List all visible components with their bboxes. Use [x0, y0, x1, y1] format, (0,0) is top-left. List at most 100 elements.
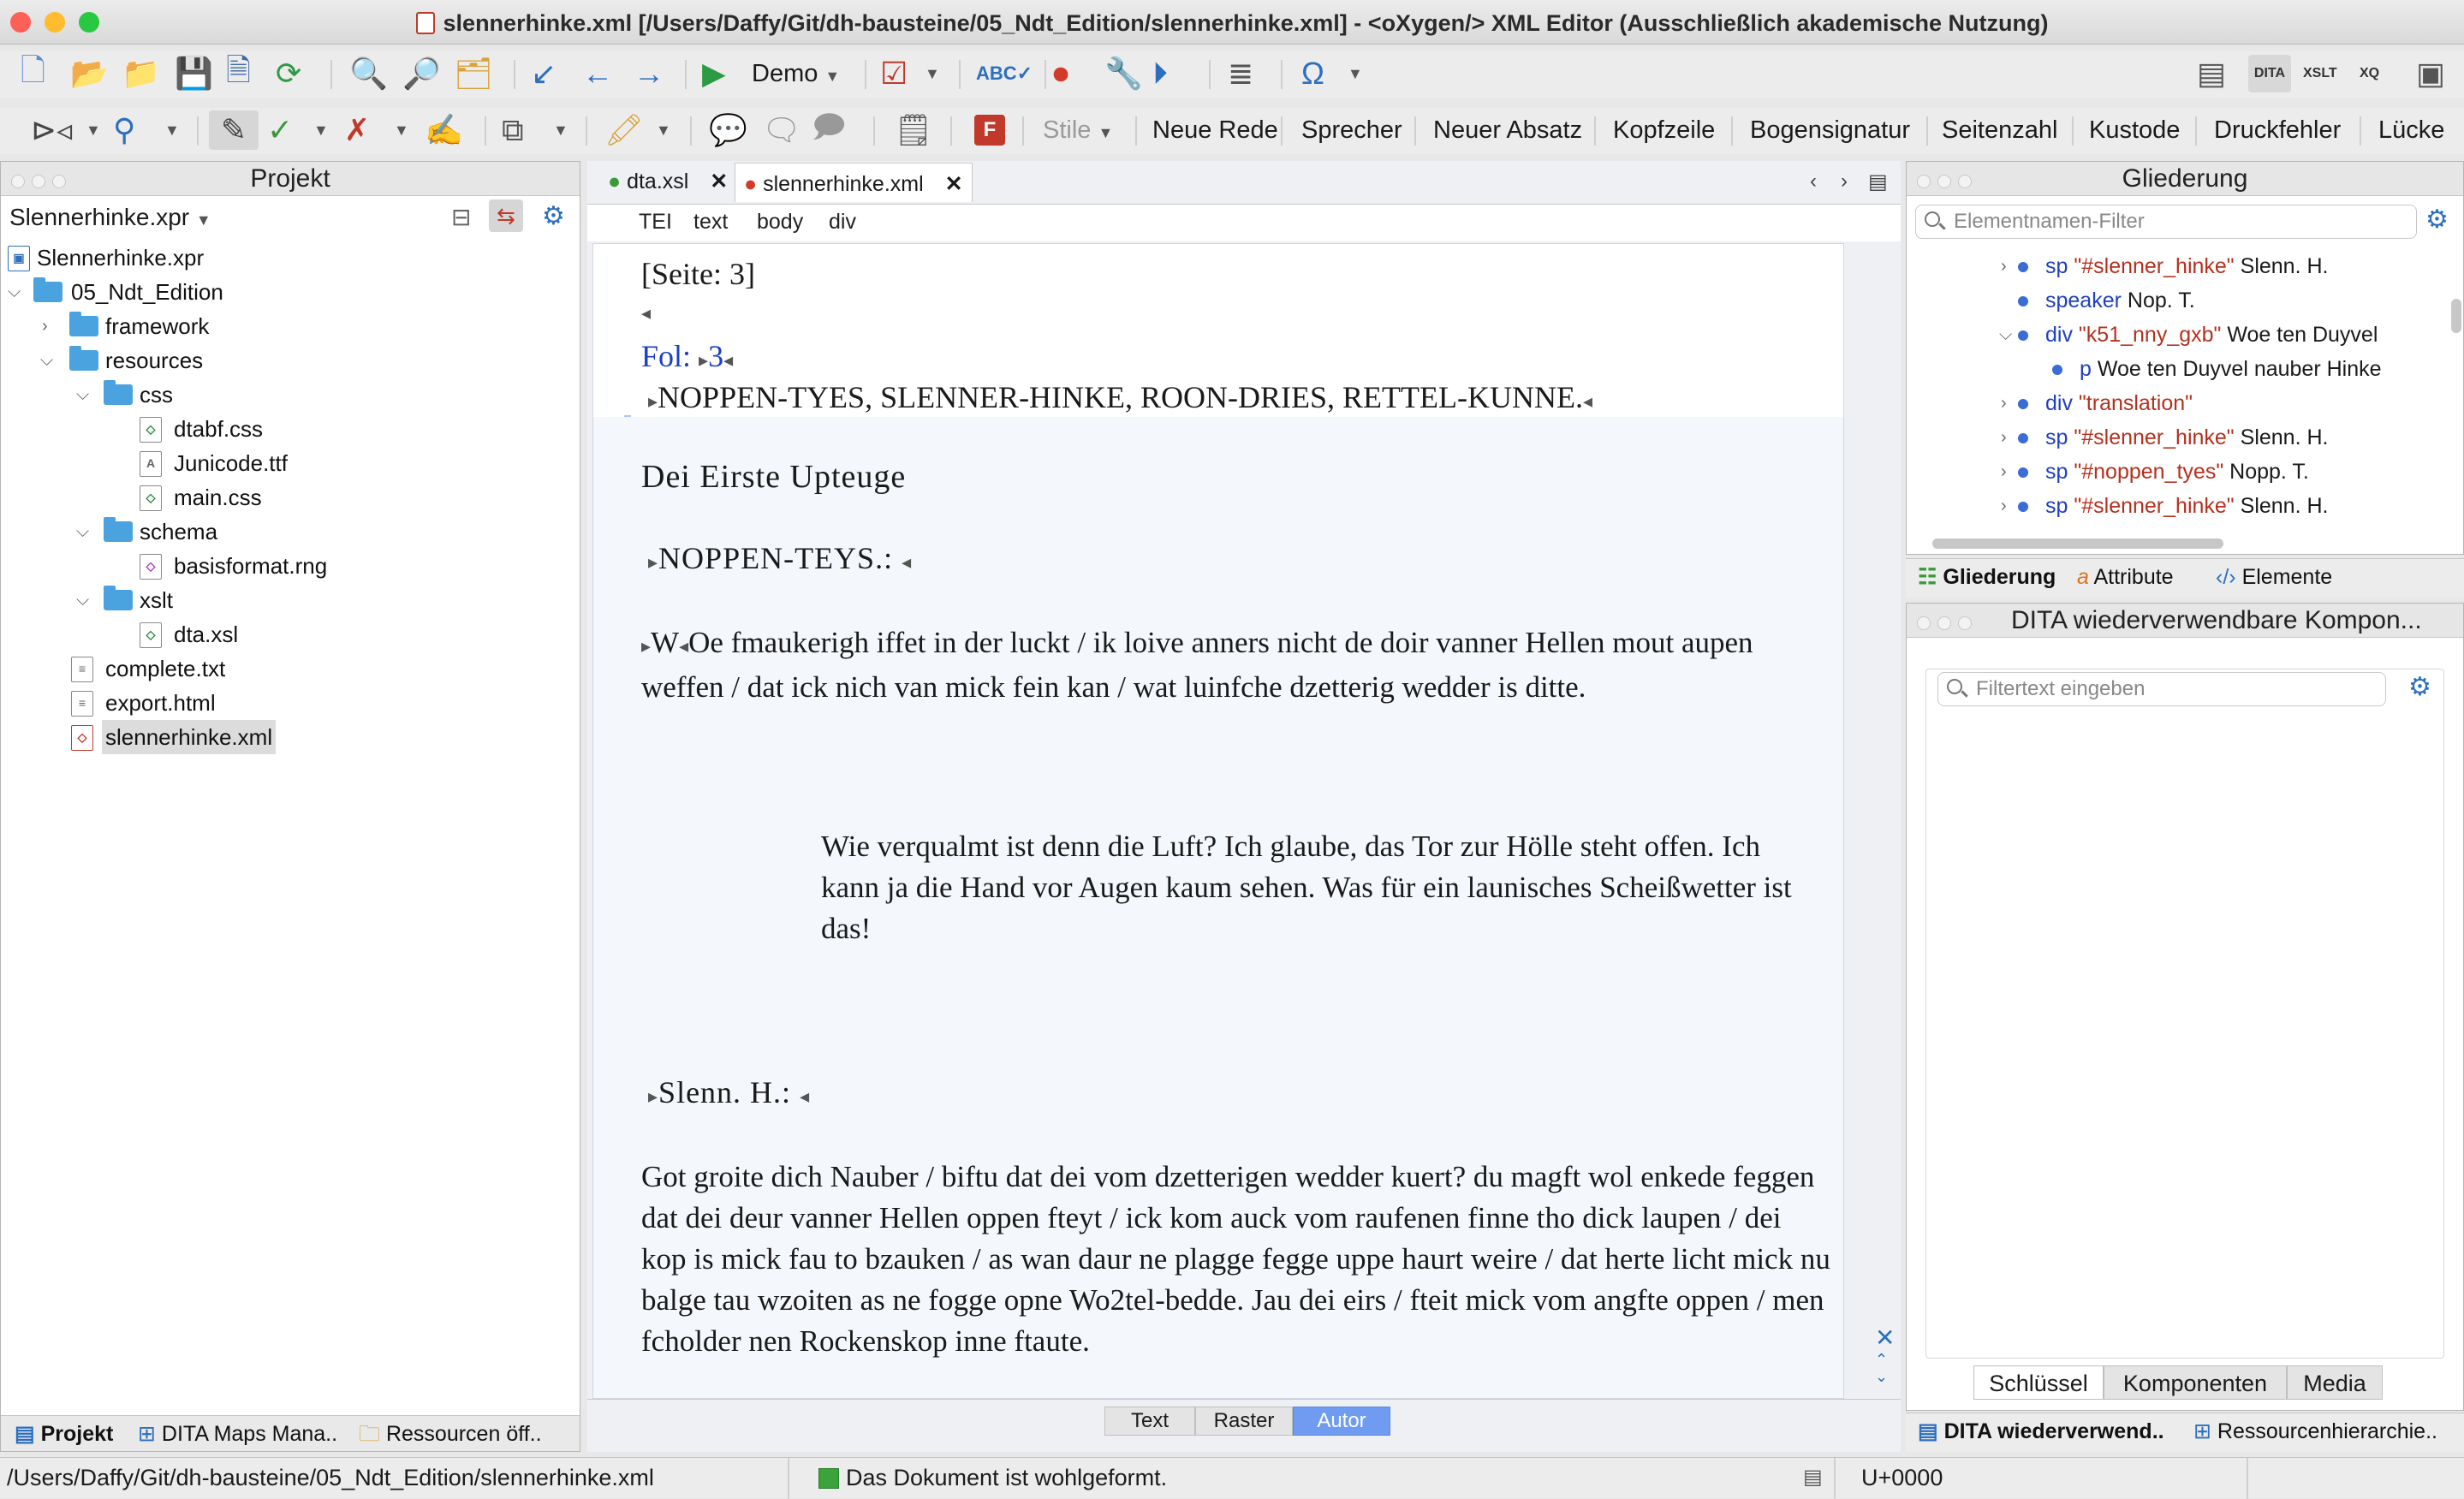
page-number-button[interactable]: Seitenzahl: [1942, 108, 2057, 152]
gear-icon[interactable]: ⚙: [2425, 205, 2449, 235]
outline-row[interactable]: › div "translation": [2001, 386, 2193, 420]
chevron-right-icon[interactable]: ›: [2001, 489, 2007, 523]
author-document-view[interactable]: [Seite: 3] ◂ Fol: ▸3◂ ▸NOPPEN-TYES, SLEN…: [592, 243, 1844, 1399]
chevron-down-icon[interactable]: ⌵: [76, 515, 89, 549]
font-icon[interactable]: F: [974, 115, 1005, 146]
tab-resource-hierarchy[interactable]: ⊞ Ressourcenhierarchie..: [2193, 1413, 2437, 1449]
project-selector[interactable]: Slennerhinke.xpr ▼: [9, 199, 211, 235]
transformation-scenario-dropdown[interactable]: Demo ▼: [752, 51, 840, 96]
tab-slennerhinke-xml[interactable]: ● slennerhinke.xml ✕: [735, 163, 973, 202]
highlights-dropdown[interactable]: ▼: [553, 108, 568, 152]
tag-start-marker[interactable]: ▸: [641, 635, 651, 657]
breadcrumb-tei[interactable]: TEI: [639, 210, 672, 235]
validate-icon[interactable]: ☑: [880, 51, 908, 96]
outline-row[interactable]: ⌵ div "k51_nny_gxb" Woe ten Duyvel: [1999, 318, 2378, 352]
chevron-right-icon[interactable]: ›: [2001, 386, 2007, 420]
manage-highlights-icon[interactable]: ⧉: [502, 108, 524, 152]
remove-comment-icon[interactable]: 🗩: [812, 108, 846, 152]
segment-components[interactable]: Komponenten: [2104, 1365, 2287, 1400]
reject-change-icon[interactable]: ✗: [344, 108, 370, 152]
tag-start-marker[interactable]: ▸: [648, 551, 658, 573]
chevron-down-icon[interactable]: ⌵: [1999, 318, 2012, 352]
tag-end-marker[interactable]: ◂: [679, 635, 688, 657]
format-indent-icon[interactable]: ≣: [1228, 51, 1253, 96]
breadcrumb-div[interactable]: div: [829, 210, 856, 235]
forward-icon[interactable]: →: [634, 51, 664, 96]
debug-scenario-icon[interactable]: ⏵: [1152, 51, 1168, 96]
dita-perspective-icon[interactable]: DITA: [2248, 55, 2291, 92]
xslt-debugger-icon[interactable]: XSLT: [2303, 51, 2337, 96]
outline-row[interactable]: › sp "#slenner_hinke" Slenn. H.: [2001, 489, 2328, 523]
chevron-right-icon[interactable]: ›: [2001, 420, 2007, 455]
save-all-icon[interactable]: 🗎: [226, 51, 251, 96]
outline-row[interactable]: › sp "#slenner_hinke" Slenn. H.: [2001, 420, 2328, 455]
profiling-dropdown[interactable]: ▼: [164, 108, 180, 152]
tag-start-marker[interactable]: ▸: [648, 390, 658, 412]
tag-end-marker[interactable]: ◂: [723, 349, 733, 371]
segment-media[interactable]: Media: [2287, 1365, 2383, 1400]
chevron-down-icon[interactable]: ⌄: [1875, 1368, 1888, 1386]
open-resource-icon[interactable]: 🗂: [454, 51, 493, 96]
add-comment-icon[interactable]: 💬: [709, 108, 747, 152]
tab-projekt[interactable]: ▤ Projekt: [15, 1416, 113, 1452]
outline-hscroll-thumb[interactable]: [1932, 538, 2223, 549]
highlight-icon[interactable]: 🖍: [604, 108, 644, 152]
accept-change-icon[interactable]: ✓: [267, 108, 293, 152]
catchword-button[interactable]: Kustode: [2089, 108, 2180, 152]
tag-end-marker[interactable]: ◂: [800, 1086, 810, 1107]
insert-character-icon[interactable]: Ω: [1301, 51, 1324, 96]
tab-attribute[interactable]: a Attribute: [2077, 559, 2174, 595]
tags-dropdown[interactable]: ▼: [86, 108, 101, 152]
outline-scrollbar-thumb[interactable]: [2451, 299, 2461, 333]
tab-nav-right-icon[interactable]: ›: [1841, 170, 1848, 193]
document-info-icon[interactable]: ▤: [1803, 1465, 1823, 1490]
mode-grid-button[interactable]: Raster: [1195, 1407, 1293, 1436]
signature-button[interactable]: Bogensignatur: [1750, 108, 1910, 152]
misprint-button[interactable]: Druckfehler: [2214, 108, 2341, 152]
tag-start-marker[interactable]: ▸: [648, 1086, 658, 1107]
outline-row[interactable]: p Woe ten Duyvel nauber Hinke: [2052, 352, 2382, 386]
collapse-all-icon[interactable]: ⊟: [451, 203, 471, 231]
chevron-down-icon[interactable]: ⌵: [76, 378, 89, 412]
track-changes-icon[interactable]: ✎: [209, 110, 259, 150]
close-find-icon[interactable]: ✕: [1875, 1324, 1895, 1352]
close-icon[interactable]: ✕: [710, 170, 728, 193]
new-file-icon[interactable]: 🗋: [21, 51, 45, 96]
find-icon[interactable]: 🔍: [349, 51, 388, 96]
reload-icon[interactable]: ⟳: [276, 51, 301, 96]
insert-character-dropdown[interactable]: ▼: [1348, 51, 1363, 96]
chevron-down-icon[interactable]: ⌵: [8, 275, 21, 309]
spell-check-icon[interactable]: ABC✓: [976, 51, 1033, 96]
edit-comment-icon[interactable]: 🗨: [762, 108, 801, 152]
database-perspective-icon[interactable]: ▣: [2416, 51, 2445, 96]
link-with-editor-icon[interactable]: ⇆: [489, 199, 523, 232]
outline-row[interactable]: › sp "#noppen_tyes" Nopp. T.: [2001, 455, 2309, 489]
gap-button[interactable]: Lücke: [2378, 108, 2444, 152]
open-folder-icon[interactable]: 📂: [70, 51, 109, 96]
tab-list-icon[interactable]: ▤: [1868, 170, 1888, 194]
comment-change-icon[interactable]: ✍: [425, 108, 463, 152]
go-to-last-edit-icon[interactable]: ↙: [531, 51, 556, 96]
tag-start-marker[interactable]: ▸: [699, 349, 708, 371]
styles-dropdown[interactable]: Stile ▼: [1043, 108, 1113, 152]
tab-dta-xsl[interactable]: ● dta.xsl ✕: [608, 161, 728, 202]
accept-dropdown[interactable]: ▼: [313, 108, 329, 152]
chevron-up-icon[interactable]: ⌃: [1875, 1351, 1888, 1369]
tab-dita-maps-manager[interactable]: ⊞ DITA Maps Mana..: [138, 1416, 337, 1452]
chevron-right-icon[interactable]: ›: [2001, 455, 2007, 489]
save-icon[interactable]: 💾: [175, 51, 213, 96]
segment-keys[interactable]: Schlüssel: [1973, 1365, 2104, 1400]
apply-transformation-icon[interactable]: ▶: [702, 51, 726, 96]
tab-elemente[interactable]: ‹/› Elemente: [2216, 559, 2332, 595]
xquery-debugger-icon[interactable]: XQ: [2360, 51, 2379, 96]
back-icon[interactable]: ←: [582, 51, 613, 96]
editor-perspective-icon[interactable]: ▤: [2197, 51, 2226, 96]
outline-row[interactable]: › sp "#slenner_hinke" Slenn. H.: [2001, 249, 2328, 283]
breadcrumb-body[interactable]: body: [757, 210, 803, 235]
chevron-down-icon[interactable]: ⌵: [40, 343, 53, 378]
mode-text-button[interactable]: Text: [1104, 1407, 1195, 1436]
tab-nav-left-icon[interactable]: ‹: [1810, 170, 1817, 193]
outline-row[interactable]: speaker Nop. T.: [2018, 283, 2195, 318]
gear-icon[interactable]: ⚙: [542, 201, 565, 231]
tag-end-marker[interactable]: ◂: [641, 302, 651, 324]
